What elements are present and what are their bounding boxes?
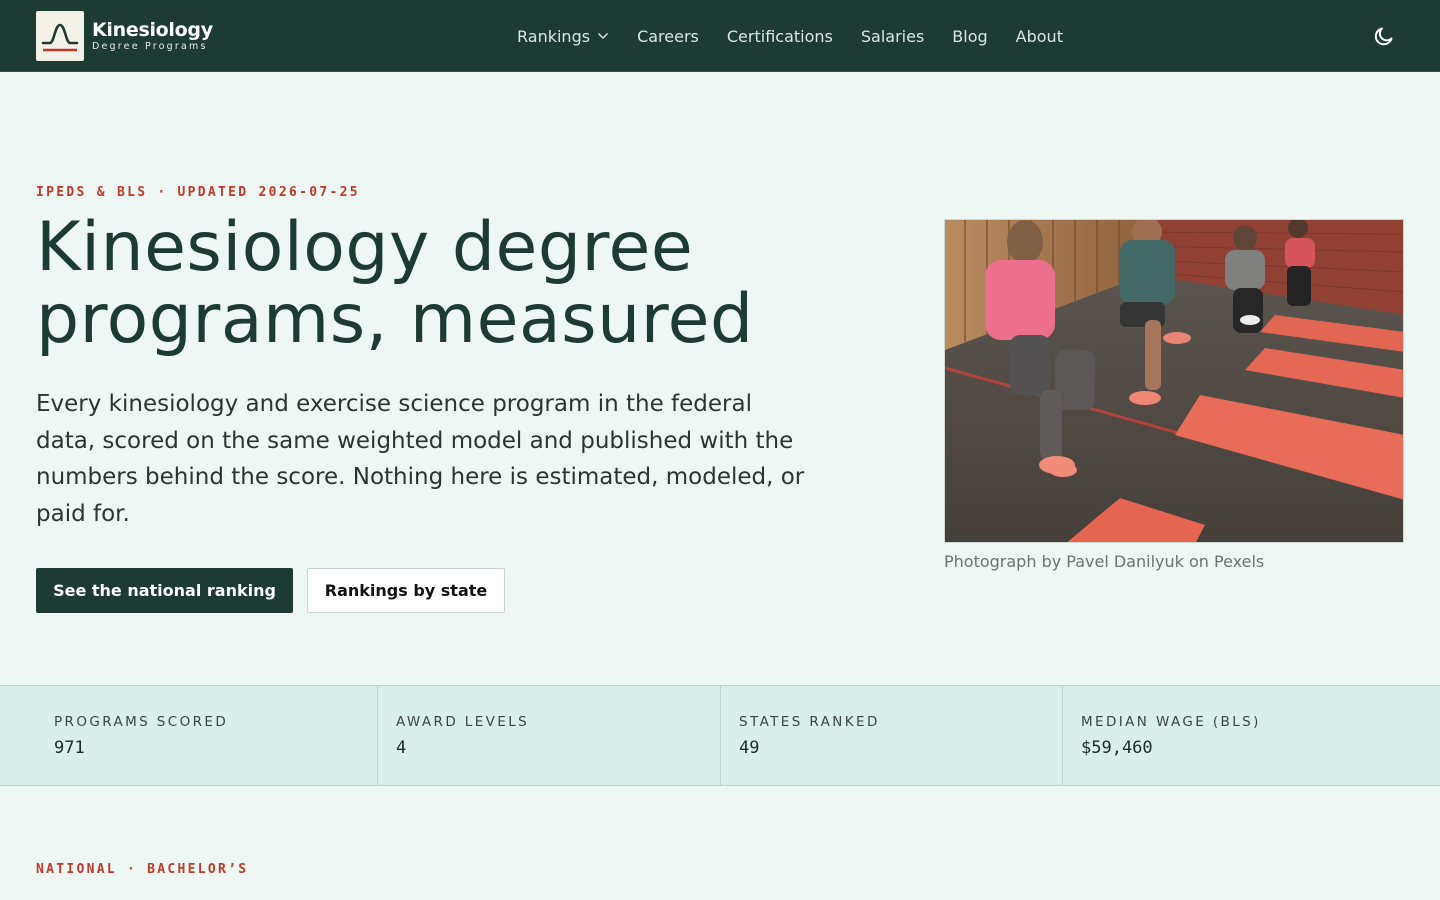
bell-curve-logo-icon: [36, 11, 84, 61]
stat-award-levels: AWARD LEVELS 4: [377, 686, 721, 785]
nav-item-about[interactable]: About: [1016, 27, 1063, 46]
hero-lede: Every kinesiology and exercise science p…: [36, 391, 805, 527]
photo-caption: Photograph by Pavel Danilyuk on Pexels: [944, 552, 1265, 571]
nav-item-salaries[interactable]: Salaries: [861, 27, 924, 46]
nav-item-rankings[interactable]: Rankings: [517, 27, 609, 46]
eyebrow-separator: ·: [127, 862, 138, 877]
eyebrow-level: BACHELOR’S: [147, 862, 249, 877]
nav-item-label: Salaries: [860, 26, 925, 46]
section-eyebrow: NATIONAL · BACHELOR’S: [36, 862, 248, 877]
hero-photo: [944, 219, 1404, 543]
brand-tagline: Degree Programs: [92, 41, 208, 52]
main-nav: Rankings Careers Certifications Salaries…: [517, 0, 1091, 72]
eyebrow-separator: ·: [157, 185, 168, 200]
national-ranking-button[interactable]: See the national ranking: [36, 568, 293, 613]
stat-median-wage: MEDIAN WAGE (BLS) $59,460: [1062, 686, 1440, 785]
stat-label: AWARD LEVELS: [396, 714, 530, 730]
stat-value: 49: [739, 738, 760, 758]
nav-item-careers[interactable]: Careers: [637, 27, 699, 46]
stat-label: STATES RANKED: [739, 714, 880, 730]
site-header: Kinesiology Degree Programs Rankings Car…: [0, 0, 1440, 72]
chevron-down-icon: [597, 32, 609, 40]
nav-item-blog[interactable]: Blog: [952, 27, 987, 46]
section-title-cutoff: [36, 884, 456, 900]
site-logo[interactable]: Kinesiology Degree Programs: [36, 11, 213, 61]
stat-value: 4: [396, 738, 407, 758]
page-title: Kinesiology degree programs, measured: [36, 208, 754, 359]
brand-name: Kinesiology: [92, 19, 213, 41]
hero-eyebrow: IPEDS & BLS · UPDATED 2026-07-25: [36, 185, 360, 200]
nav-item-certifications[interactable]: Certifications: [727, 27, 833, 46]
nav-item-label: About: [1015, 26, 1063, 46]
stat-label: PROGRAMS SCORED: [54, 714, 229, 730]
nav-item-label: Rankings: [517, 26, 591, 46]
stat-value: 971: [54, 738, 85, 758]
eyebrow-scope: NATIONAL: [36, 862, 118, 877]
state-rankings-button[interactable]: Rankings by state: [307, 568, 505, 613]
stats-band: PROGRAMS SCORED 971 AWARD LEVELS 4 STATE…: [0, 685, 1440, 786]
nav-item-label: Certifications: [726, 26, 833, 46]
moon-icon: [1374, 27, 1393, 46]
eyebrow-updated: UPDATED 2026-07-25: [177, 185, 360, 200]
stat-label: MEDIAN WAGE (BLS): [1081, 714, 1261, 730]
nav-item-label: Careers: [637, 26, 699, 46]
eyebrow-source: IPEDS & BLS: [36, 185, 148, 200]
stat-states-ranked: STATES RANKED 49: [720, 686, 1063, 785]
theme-toggle-button[interactable]: [1372, 24, 1396, 48]
stat-programs-scored: PROGRAMS SCORED 971: [36, 686, 378, 785]
nav-item-label: Blog: [952, 26, 988, 46]
stat-value: $59,460: [1081, 738, 1153, 758]
